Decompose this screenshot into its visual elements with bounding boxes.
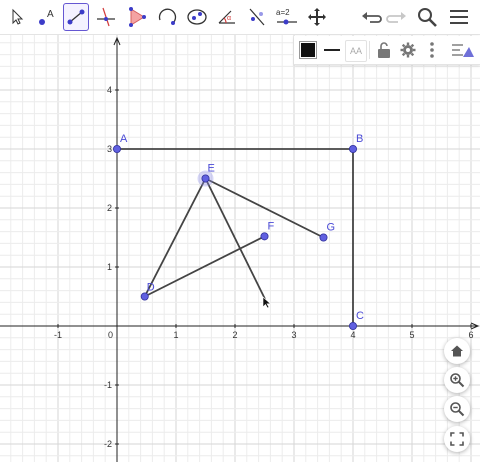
point-tool-label: A [47, 9, 54, 20]
point-d [140, 292, 149, 301]
point-label-b: B [356, 133, 363, 145]
y-tick-label: -1 [104, 380, 112, 390]
standard-view-button[interactable] [444, 338, 470, 364]
perpendicular-line-tool-icon [97, 7, 115, 27]
more-vertical-icon [430, 42, 434, 58]
y-tick-label: 1 [107, 262, 112, 272]
point-label-c: C [356, 310, 364, 322]
slider-tool-label: a=2 [276, 8, 290, 17]
more-options-button[interactable] [422, 40, 442, 60]
undo-icon [362, 12, 382, 23]
zoom-out-icon [450, 402, 465, 417]
point-label-f: F [268, 220, 275, 232]
point-label-g: G [327, 222, 336, 234]
home-icon [451, 345, 463, 357]
point-a [113, 145, 122, 154]
polygon-tool-icon [129, 7, 146, 27]
point-label-a: A [120, 133, 128, 145]
move-tool-button[interactable] [4, 3, 30, 31]
segment-tool-icon [67, 9, 85, 25]
stylebar-divider [369, 41, 370, 59]
point-label-d: D [147, 282, 155, 294]
x-tick-label: 2 [232, 330, 237, 340]
x-tick-label: 4 [350, 330, 355, 340]
x-tick-label: 6 [468, 330, 473, 340]
point-tool-button[interactable]: A [34, 3, 60, 31]
point-b [348, 145, 357, 154]
toggle-style-bar-button[interactable] [450, 40, 476, 60]
move-tool-icon [12, 8, 24, 25]
move-graphics-view-tool-icon [308, 8, 326, 26]
angle-tool-button[interactable]: α [214, 3, 240, 31]
fullscreen-button[interactable] [444, 426, 470, 452]
y-tick-label: 2 [107, 203, 112, 213]
zoom-in-button[interactable] [444, 367, 470, 393]
x-tick-label: -1 [54, 330, 62, 340]
mouse-cursor-icon [262, 296, 272, 309]
move-graphics-view-tool-button[interactable] [304, 3, 330, 31]
style-bar: AA [294, 36, 480, 65]
redo-button[interactable] [384, 3, 410, 31]
ellipse-tool-icon [187, 9, 207, 25]
zoom-out-button[interactable] [444, 396, 470, 422]
line-style-icon [324, 49, 340, 51]
point-f [260, 232, 269, 241]
style-bar-toggle-icon [452, 44, 474, 57]
slider-tool-button[interactable]: a=2 [274, 3, 300, 31]
x-tick-label: 3 [291, 330, 296, 340]
point-c [348, 321, 357, 330]
y-tick-label: 4 [107, 85, 112, 95]
polygon-tool-button[interactable] [124, 3, 150, 31]
hamburger-menu-icon [450, 10, 468, 24]
circle-arc-tool-icon [158, 8, 177, 25]
circle-arc-tool-button[interactable] [154, 3, 180, 31]
text-size-button[interactable]: AA [345, 40, 367, 62]
color-swatch-icon [299, 41, 317, 59]
reflect-tool-icon [249, 8, 265, 26]
zoom-in-icon [450, 373, 465, 388]
segment-tool-button[interactable] [63, 3, 89, 31]
reflect-tool-button[interactable] [244, 3, 270, 31]
ellipse-tool-button[interactable] [184, 3, 210, 31]
point-e [201, 174, 210, 183]
slider-tool-icon: a=2 [276, 8, 297, 25]
point-tool-icon: A [39, 9, 54, 25]
search-icon [418, 8, 437, 27]
graphics-view[interactable]: -1 0 1 2 3 4 5 6 4 3 2 1 -1 -2 A B C D E F G [0, 35, 480, 462]
svg-text:α: α [227, 15, 231, 22]
point-label-e: E [208, 163, 215, 175]
gear-icon [400, 42, 416, 58]
search-button[interactable] [414, 3, 440, 31]
x-tick-label: 0 [108, 330, 113, 340]
settings-button[interactable] [398, 40, 418, 60]
line-style-button[interactable] [322, 40, 342, 60]
toolbar: A α a=2 [0, 0, 480, 35]
unlocked-icon [378, 42, 390, 58]
color-button[interactable] [298, 40, 318, 60]
fullscreen-icon [450, 432, 464, 446]
y-tick-label: -2 [104, 439, 112, 449]
x-tick-label: 1 [173, 330, 178, 340]
y-tick-label: 3 [107, 144, 112, 154]
redo-icon [386, 12, 406, 23]
fix-object-button[interactable] [374, 40, 394, 60]
x-tick-label: 5 [409, 330, 414, 340]
coordinate-plane[interactable]: -1 0 1 2 3 4 5 6 4 3 2 1 -1 -2 A B C D E F G [0, 35, 480, 462]
perpendicular-line-tool-button[interactable] [93, 3, 119, 31]
angle-tool-icon: α [218, 10, 235, 24]
main-menu-button[interactable] [446, 3, 472, 31]
point-g [319, 233, 328, 242]
undo-button[interactable] [358, 3, 384, 31]
